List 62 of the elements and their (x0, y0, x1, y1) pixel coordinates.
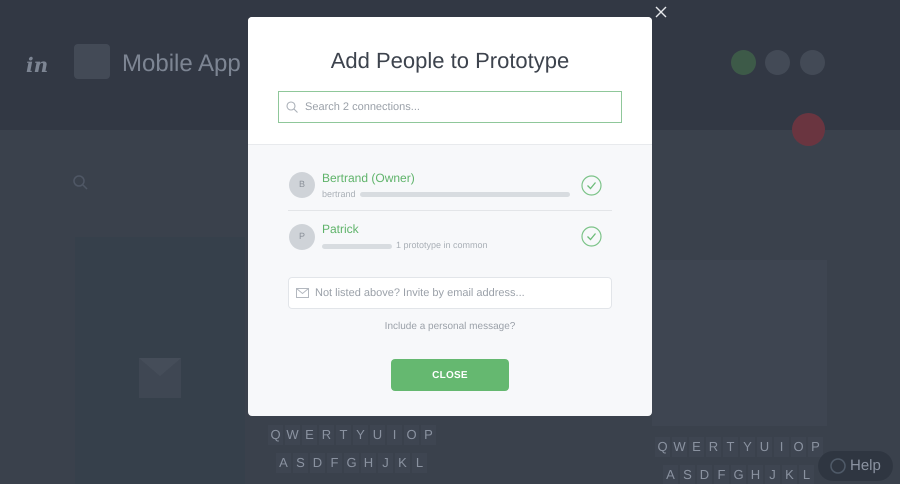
keyboard-key[interactable]: H (361, 453, 376, 473)
check-icon[interactable] (581, 174, 602, 196)
keyboard-key[interactable]: F (714, 465, 729, 484)
keyboard-key[interactable]: S (680, 465, 695, 484)
keyboard-key[interactable]: J (378, 453, 393, 473)
dialog-title: Add People to Prototype (330, 47, 570, 75)
keyboard-key[interactable]: K (782, 465, 797, 484)
close-button[interactable]: CLOSE (391, 359, 509, 391)
avatar[interactable] (731, 50, 756, 75)
search-icon (286, 101, 298, 113)
keyboard-key[interactable]: R (319, 425, 334, 445)
invite-field[interactable]: Not listed above? Invite by email address... (288, 277, 612, 309)
keyboard-key[interactable]: T (336, 425, 351, 445)
personal-message-link[interactable]: Include a personal message? (384, 319, 516, 334)
keyboard-key[interactable]: P (808, 437, 823, 457)
help-icon (830, 458, 846, 474)
keyboard-key[interactable]: W (285, 425, 300, 445)
person-name: Patrick (322, 221, 360, 238)
search-field[interactable]: Search 2 connections... (278, 91, 622, 123)
check-icon[interactable] (581, 226, 602, 247)
keyboard-key[interactable]: R (706, 437, 721, 457)
keyboard-key[interactable]: S (293, 453, 308, 473)
avatar: P (289, 224, 315, 250)
search-icon[interactable] (73, 175, 88, 190)
keyboard-key[interactable]: W (672, 437, 687, 457)
project-title: Mobile App (122, 49, 241, 79)
keyboard-key[interactable]: O (404, 425, 419, 445)
keyboard-key[interactable]: Y (740, 437, 755, 457)
help-button[interactable]: Help (818, 451, 893, 481)
keyboard-key[interactable]: L (412, 453, 427, 473)
person-detail: 1 prototype in common (396, 239, 488, 252)
redacted-bar (322, 244, 392, 248)
keyboard-key[interactable]: Q (655, 437, 670, 457)
keyboard-key[interactable]: A (276, 453, 291, 473)
keyboard-key[interactable]: O (791, 437, 806, 457)
keyboard-key[interactable]: U (370, 425, 385, 445)
keyboard-key[interactable]: P (421, 425, 436, 445)
keyboard-key[interactable]: H (748, 465, 763, 484)
keyboard-key[interactable]: J (765, 465, 780, 484)
keyboard-key[interactable]: I (774, 437, 789, 457)
envelope-icon (296, 288, 309, 298)
avatar: B (289, 172, 315, 198)
logo[interactable]: in (26, 50, 48, 80)
keyboard-key[interactable]: K (395, 453, 410, 473)
keyboard-key[interactable]: Y (353, 425, 368, 445)
keyboard-key[interactable]: Q (268, 425, 283, 445)
keyboard-key[interactable]: E (689, 437, 704, 457)
keyboard-key[interactable]: A (663, 465, 678, 484)
person-detail: bertrand (322, 188, 356, 201)
keyboard-key[interactable]: D (310, 453, 325, 473)
keyboard-key[interactable]: I (387, 425, 402, 445)
keyboard-key[interactable]: T (723, 437, 738, 457)
keyboard-key[interactable]: E (302, 425, 317, 445)
close-icon[interactable] (654, 5, 668, 19)
add-button[interactable] (792, 113, 825, 146)
keyboard-key[interactable]: G (731, 465, 746, 484)
person-name: Bertrand (Owner) (322, 170, 416, 187)
keyboard-key[interactable]: F (327, 453, 342, 473)
keyboard-key[interactable]: G (344, 453, 359, 473)
keyboard-key[interactable]: L (799, 465, 814, 484)
keyboard-key[interactable]: U (757, 437, 772, 457)
keyboard-key[interactable]: D (697, 465, 712, 484)
